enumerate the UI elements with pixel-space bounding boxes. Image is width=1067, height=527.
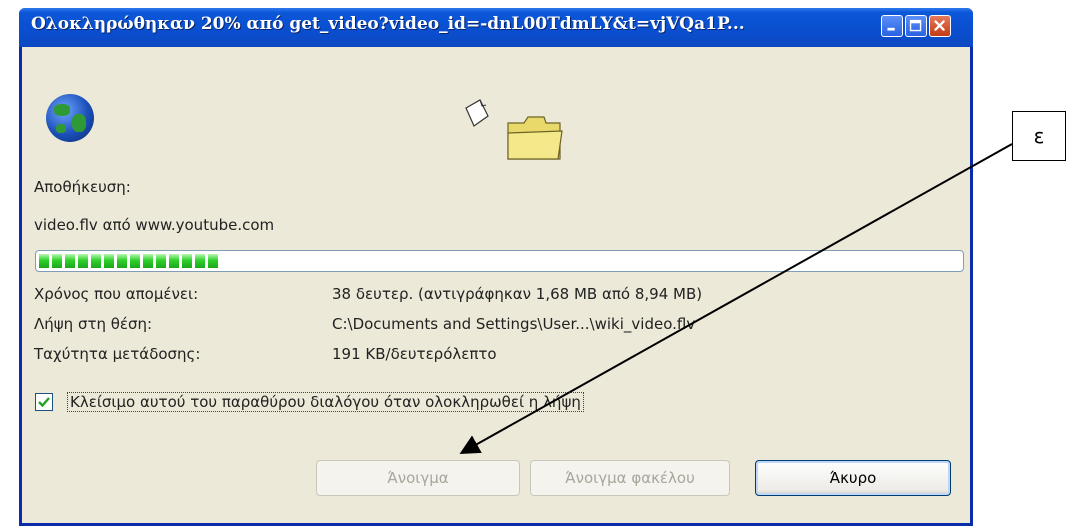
- close-when-done-checkbox[interactable]: [35, 393, 53, 411]
- globe-icon: [46, 94, 94, 142]
- download-location-label: Λήψη στη θέση:: [34, 315, 153, 333]
- progress-segment: [91, 254, 101, 268]
- download-dialog: Ολοκληρώθηκαν 20% από get_video?video_id…: [19, 8, 973, 526]
- open-folder-button[interactable]: Άνοιγμα φακέλου: [530, 460, 730, 496]
- saving-file: video.flv από www.youtube.com: [34, 216, 275, 234]
- title-bar[interactable]: Ολοκληρώθηκαν 20% από get_video?video_id…: [19, 8, 973, 47]
- download-location-value: C:\Documents and Settings\User...\wiki_v…: [332, 315, 696, 333]
- annotation-label: ε: [1033, 124, 1045, 148]
- cancel-button[interactable]: Άκυρο: [755, 460, 951, 496]
- minimize-icon: [887, 27, 895, 31]
- maximize-button[interactable]: [905, 15, 927, 37]
- progress-segment: [195, 254, 205, 268]
- progress-segment: [130, 254, 140, 268]
- transfer-rate-value: 191 KB/δευτερόλεπτο: [332, 345, 497, 363]
- close-when-done-label[interactable]: Κλείσιμο αυτού του παραθύρου διαλόγου ότ…: [67, 392, 584, 412]
- window-title: Ολοκληρώθηκαν 20% από get_video?video_id…: [31, 14, 745, 34]
- transfer-rate-label: Ταχύτητα μετάδοσης:: [34, 345, 201, 363]
- progress-segment: [156, 254, 166, 268]
- progress-segment: [169, 254, 179, 268]
- annotation-box: ε: [1012, 111, 1066, 161]
- folder-icon: [507, 116, 563, 160]
- close-icon: [934, 20, 945, 31]
- progress-segment: [39, 254, 49, 268]
- progress-segment: [117, 254, 127, 268]
- progress-fill: [39, 254, 223, 268]
- open-button[interactable]: Άνοιγμα: [316, 460, 520, 496]
- download-progress-bar: [35, 250, 964, 272]
- checkmark-icon: [38, 397, 50, 408]
- progress-segment: [104, 254, 114, 268]
- time-left-value: 38 δευτερ. (αντιγράφηκαν 1,68 MB από 8,9…: [332, 285, 703, 303]
- maximize-icon: [909, 19, 922, 32]
- minimize-button[interactable]: [881, 15, 903, 37]
- saving-label: Αποθήκευση:: [34, 178, 131, 196]
- progress-segment: [52, 254, 62, 268]
- progress-segment: [78, 254, 88, 268]
- document-icon: [465, 99, 489, 127]
- progress-segment: [143, 254, 153, 268]
- progress-segment: [208, 254, 218, 268]
- progress-segment: [65, 254, 75, 268]
- progress-segment: [182, 254, 192, 268]
- close-button[interactable]: [929, 15, 951, 37]
- time-left-label: Χρόνος που απομένει:: [34, 285, 199, 303]
